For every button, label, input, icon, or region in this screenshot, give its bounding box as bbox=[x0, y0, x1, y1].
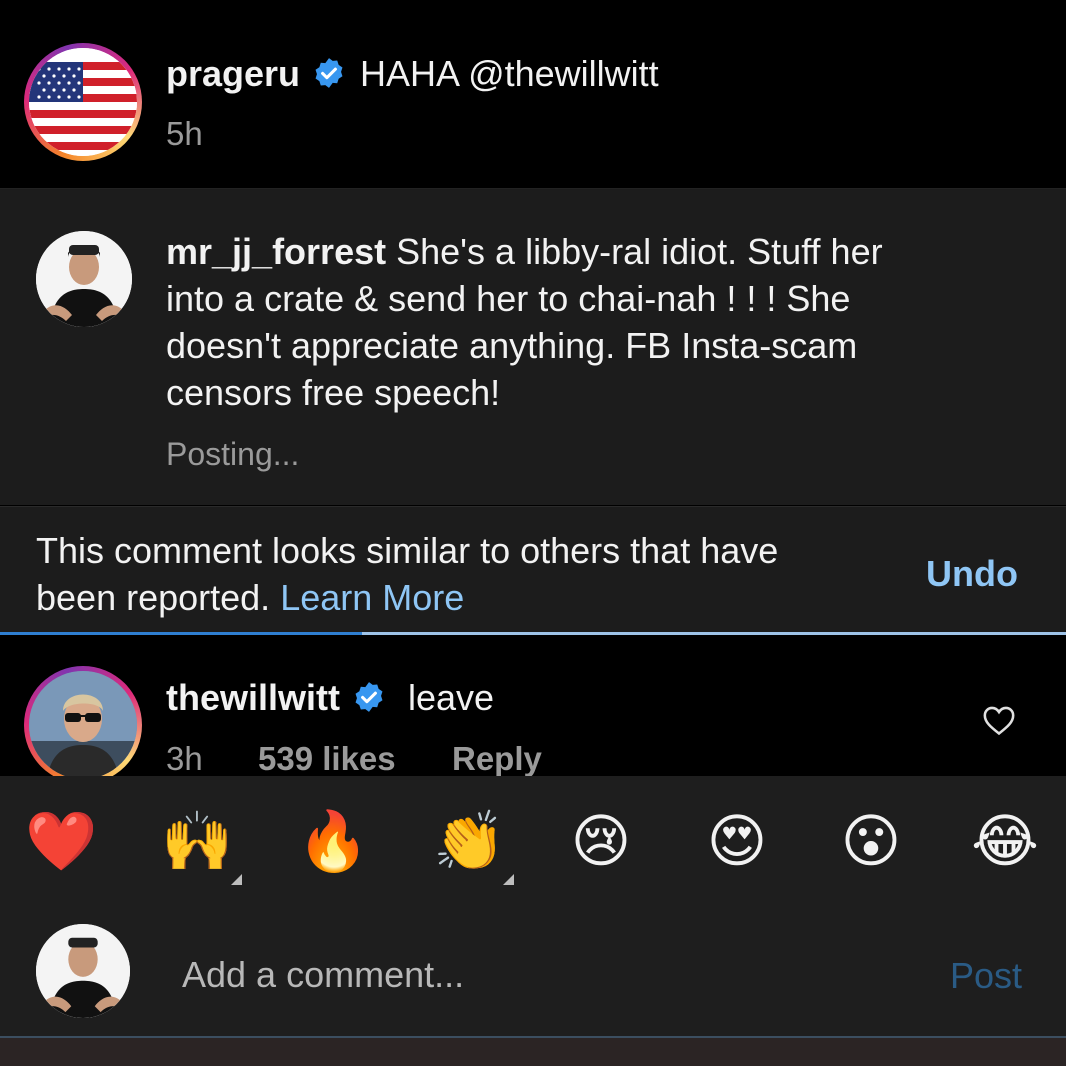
posting-status: Posting... bbox=[166, 436, 300, 472]
fire-icon[interactable]: 🔥 bbox=[297, 806, 369, 876]
pending-comment-username[interactable]: mr_jj_forrest bbox=[166, 231, 386, 272]
variant-indicator-icon bbox=[503, 874, 514, 885]
caption-text: HAHA @thewillwitt bbox=[360, 53, 659, 94]
warning-text-line-2: been reported. Learn More bbox=[36, 577, 465, 618]
comment-time: 3h bbox=[166, 740, 203, 776]
raising-hands-icon[interactable]: 🙌 bbox=[161, 806, 233, 876]
undo-progress-fill bbox=[0, 632, 362, 635]
comment-thewillwitt: thewillwitt leave 3h 539 likes Reply bbox=[0, 636, 1066, 776]
reply-button[interactable]: Reply bbox=[452, 735, 542, 776]
reactions-and-composer: ❤️ 🙌 🔥 👏 😢 😍 😮 😂 Post bbox=[0, 776, 1066, 1036]
post-caption: prageru HAHA @thewillwitt 5h bbox=[0, 0, 1066, 189]
person-avatar-icon bbox=[36, 231, 132, 327]
mr-jj-forrest-avatar[interactable] bbox=[36, 231, 132, 327]
learn-more-link[interactable]: Learn More bbox=[280, 577, 464, 618]
person-with-sunglasses-icon bbox=[29, 671, 137, 776]
tears-of-joy-icon[interactable]: 😂 bbox=[970, 806, 1040, 876]
variant-indicator-icon bbox=[231, 874, 242, 885]
pending-comment-line-2: into a crate & send her to chai-nah ! ! … bbox=[166, 278, 851, 319]
warning-text-line-1: This comment looks similar to others tha… bbox=[36, 530, 779, 571]
caption-time: 5h bbox=[166, 115, 203, 152]
heart-eyes-icon[interactable]: 😍 bbox=[702, 806, 772, 876]
pending-comment-line-1: mr_jj_forrest She's a libby-ral idiot. S… bbox=[166, 231, 883, 272]
prageru-avatar[interactable] bbox=[24, 43, 142, 161]
clapping-hands-icon[interactable]: 👏 bbox=[433, 806, 505, 876]
report-warning-banner: This comment looks similar to others tha… bbox=[0, 506, 1066, 633]
american-flag-icon bbox=[29, 48, 137, 156]
current-user-avatar bbox=[36, 924, 130, 1018]
crying-face-icon[interactable]: 😢 bbox=[566, 806, 636, 876]
comment-text: leave bbox=[408, 677, 495, 718]
comment-line: thewillwitt leave bbox=[166, 674, 494, 721]
verified-badge-icon bbox=[315, 58, 343, 88]
heart-outline-icon[interactable] bbox=[982, 704, 1016, 736]
red-heart-icon[interactable]: ❤️ bbox=[25, 806, 97, 876]
caption-username[interactable]: prageru bbox=[166, 53, 300, 94]
verified-badge-icon bbox=[355, 682, 383, 712]
pending-comment: mr_jj_forrest She's a libby-ral idiot. S… bbox=[0, 189, 1066, 505]
pending-comment-line-4: censors free speech! bbox=[166, 372, 501, 413]
person-avatar-icon bbox=[36, 924, 130, 1018]
keyboard-edge bbox=[0, 1038, 1066, 1066]
thewillwitt-avatar[interactable] bbox=[24, 666, 142, 776]
undo-button[interactable]: Undo bbox=[926, 550, 1018, 597]
comment-likes[interactable]: 539 likes bbox=[258, 735, 396, 776]
comment-username[interactable]: thewillwitt bbox=[166, 677, 340, 718]
surprised-face-icon[interactable]: 😮 bbox=[836, 806, 906, 876]
pending-comment-line-3: doesn't appreciate anything. FB Insta-sc… bbox=[166, 325, 858, 366]
post-button[interactable]: Post bbox=[950, 952, 1022, 999]
caption-line: prageru HAHA @thewillwitt bbox=[166, 50, 659, 97]
comment-input[interactable] bbox=[182, 950, 882, 1000]
